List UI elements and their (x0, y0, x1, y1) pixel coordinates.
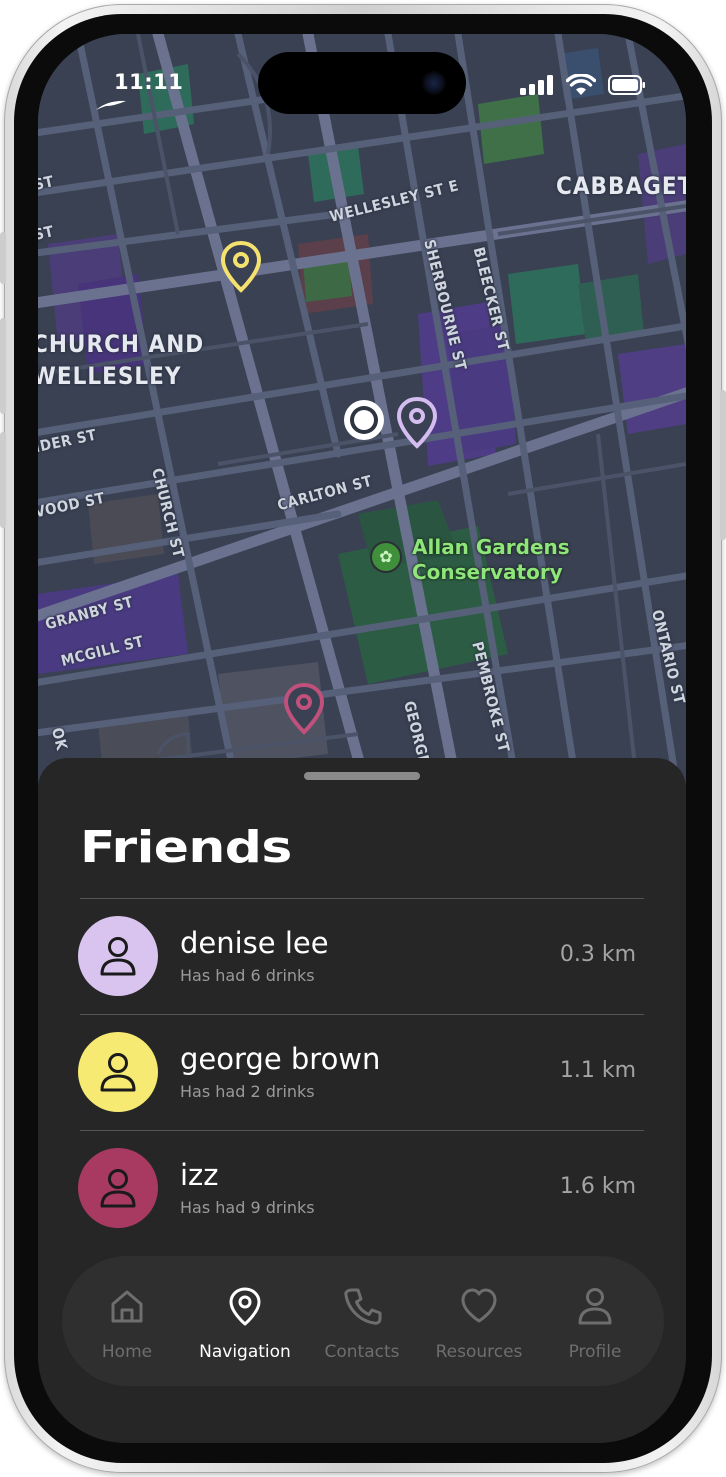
district-label: CABBAGET (556, 172, 686, 200)
friend-name: izz (180, 1158, 219, 1192)
friend-row-izz[interactable]: izz Has had 9 drinks 1.6 km (78, 1148, 644, 1248)
tab-home[interactable]: Home (68, 1256, 186, 1386)
district-label: WELLESLEY (38, 362, 182, 390)
status-icons (520, 74, 646, 96)
screen: CHURCH AND WELLESLEY CABBAGET WELLESLEY … (38, 34, 686, 1443)
map-view[interactable]: CHURCH AND WELLESLEY CABBAGET WELLESLEY … (38, 34, 686, 794)
phone-icon (344, 1288, 382, 1325)
cellular-signal-icon (520, 75, 553, 95)
divider (80, 1014, 644, 1015)
tab-label: Profile (568, 1342, 622, 1362)
tab-label: Contacts (324, 1342, 400, 1362)
friend-distance: 0.3 km (559, 942, 636, 967)
friend-distance: 1.6 km (559, 1174, 636, 1199)
tab-label: Home (101, 1342, 153, 1362)
friend-pin-george-brown[interactable] (219, 240, 263, 294)
poi-name-line2: Conservatory (412, 560, 563, 584)
sheet-drag-handle[interactable] (304, 772, 420, 780)
flower-icon[interactable]: ✿ (370, 541, 402, 573)
avatar (78, 916, 158, 996)
tab-resources[interactable]: Resources (420, 1256, 538, 1386)
home-icon (111, 1290, 143, 1323)
tab-navigation[interactable]: Navigation (186, 1256, 304, 1386)
person-icon (100, 1053, 136, 1092)
poi-name-line1: Allan Gardens (412, 535, 570, 559)
current-location-marker[interactable] (344, 400, 384, 440)
person-icon (578, 1288, 612, 1325)
sheet-title: Friends (80, 822, 292, 873)
volume-down-button (0, 432, 6, 528)
action-button (0, 232, 6, 284)
tab-label: Navigation (199, 1342, 291, 1362)
camera-icon (422, 71, 446, 95)
poi-label[interactable]: Allan Gardens Conservatory (412, 535, 570, 585)
friend-status: Has had 2 drinks (180, 1082, 315, 1101)
friend-pin-denise-lee[interactable] (395, 396, 439, 450)
divider (80, 898, 644, 899)
heart-icon (461, 1288, 497, 1323)
status-time: 11:11 (114, 70, 184, 94)
map-pin-icon (229, 1287, 261, 1326)
district-label: CHURCH AND (38, 330, 205, 358)
tab-contacts[interactable]: Contacts (303, 1256, 421, 1386)
wifi-icon (566, 74, 596, 95)
friend-row-denise-lee[interactable]: denise lee Has had 6 drinks 0.3 km (78, 916, 644, 1016)
battery-icon (608, 75, 645, 95)
dynamic-island (258, 52, 466, 114)
tab-label: Resources (435, 1342, 523, 1362)
avatar (78, 1032, 158, 1112)
divider (80, 1130, 644, 1131)
friend-pin-izz[interactable] (282, 682, 326, 736)
volume-up-button (0, 318, 6, 414)
friend-status: Has had 6 drinks (180, 966, 315, 985)
avatar (78, 1148, 158, 1228)
power-button (720, 390, 726, 540)
friend-name: george brown (180, 1042, 381, 1076)
location-arrow-icon (96, 100, 126, 110)
tab-profile[interactable]: Profile (536, 1256, 654, 1386)
person-icon (100, 1169, 136, 1208)
friend-name: denise lee (180, 926, 329, 960)
tab-bar: Home Navigation Contacts Resources Profi… (62, 1256, 664, 1386)
friend-distance: 1.1 km (559, 1058, 636, 1083)
person-icon (100, 937, 136, 976)
friend-status: Has had 9 drinks (180, 1198, 315, 1217)
friend-row-george-brown[interactable]: george brown Has had 2 drinks 1.1 km (78, 1032, 644, 1132)
